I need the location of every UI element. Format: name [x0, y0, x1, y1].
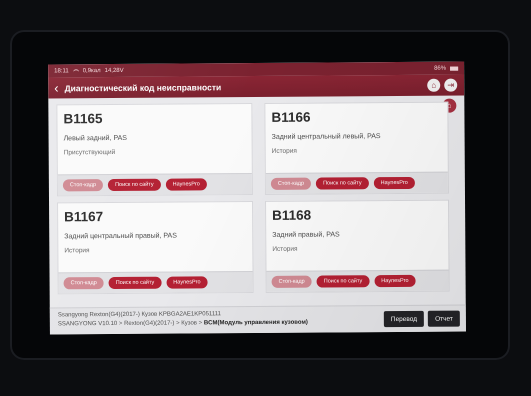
exit-icon[interactable]: ⇥: [444, 78, 458, 92]
freeze-frame-button[interactable]: Стоп-кадр: [62, 179, 104, 192]
web-search-button[interactable]: Поиск по сайту: [316, 275, 370, 288]
dtc-status: История: [272, 245, 298, 253]
breadcrumb-module: BCM(Модуль управления кузовом): [203, 319, 308, 327]
page-title: Диагностический код неисправности: [64, 81, 222, 93]
web-search-button[interactable]: Поиск по сайту: [108, 276, 162, 290]
freeze-frame-button[interactable]: Стоп-кадр: [63, 277, 104, 290]
breadcrumb-path: SSANGYONG V10.10 > Rexton(G4)(2017-) > К…: [57, 320, 204, 328]
dtc-description: Задний центральный правый, PAS: [64, 232, 177, 241]
status-network: 0,9кал: [82, 67, 101, 74]
dtc-status: Присутствующий: [63, 148, 116, 157]
dtc-code: B1166: [271, 109, 311, 125]
haynespro-button[interactable]: HaynesPro: [165, 178, 207, 191]
dtc-code: B1167: [64, 209, 104, 225]
wifi-icon: [72, 68, 79, 73]
dtc-code: B1165: [63, 111, 103, 127]
back-arrow-icon[interactable]: ‹: [54, 80, 58, 95]
dtc-card: B1167 Задний центральный правый, PAS Ист…: [57, 201, 254, 295]
dtc-description: Левый задний, PAS: [63, 134, 127, 143]
status-battery: 86%: [434, 65, 447, 72]
dtc-code: B1168: [272, 207, 312, 223]
status-voltage: 14,28V: [104, 67, 124, 74]
status-time: 18:11: [54, 67, 69, 74]
haynespro-button[interactable]: HaynesPro: [166, 276, 208, 289]
web-search-button[interactable]: Поиск по сайту: [316, 177, 369, 190]
translate-button[interactable]: Перевод: [383, 310, 425, 328]
dtc-status: История: [271, 147, 297, 155]
web-search-button[interactable]: Поиск по сайту: [108, 178, 161, 192]
dtc-card: B1168 Задний правый, PAS История Стоп-ка…: [265, 199, 450, 293]
title-bar: ‹ Диагностический код неисправности ⌂ ⇥: [48, 74, 465, 99]
dtc-card: B1165 Левый задний, PAS Присутствующий С…: [56, 103, 253, 197]
dtc-status: История: [64, 247, 90, 255]
dtc-description: Задний правый, PAS: [272, 231, 340, 239]
haynespro-button[interactable]: HaynesPro: [374, 274, 416, 288]
footer-bar: Ssangyong Rexton(G4)(2017-) Кузов KPBGA2…: [49, 304, 466, 335]
dtc-list: ⌂ B1165 Левый задний, PAS Присутствующий…: [48, 96, 465, 308]
report-button[interactable]: Отчет: [427, 310, 460, 327]
haynespro-button[interactable]: HaynesPro: [373, 176, 415, 190]
freeze-frame-button[interactable]: Стоп-кадр: [270, 177, 312, 190]
freeze-frame-button[interactable]: Стоп-кадр: [271, 275, 312, 288]
dtc-description: Задний центральный левый, PAS: [271, 133, 381, 141]
home-icon[interactable]: ⌂: [427, 78, 441, 92]
tablet-screen: 18:11 0,9кал 14,28V 86% ‹ Диагностически…: [48, 61, 466, 335]
dtc-card: B1166 Задний центральный левый, PAS Исто…: [264, 101, 449, 195]
battery-icon: [450, 66, 459, 71]
